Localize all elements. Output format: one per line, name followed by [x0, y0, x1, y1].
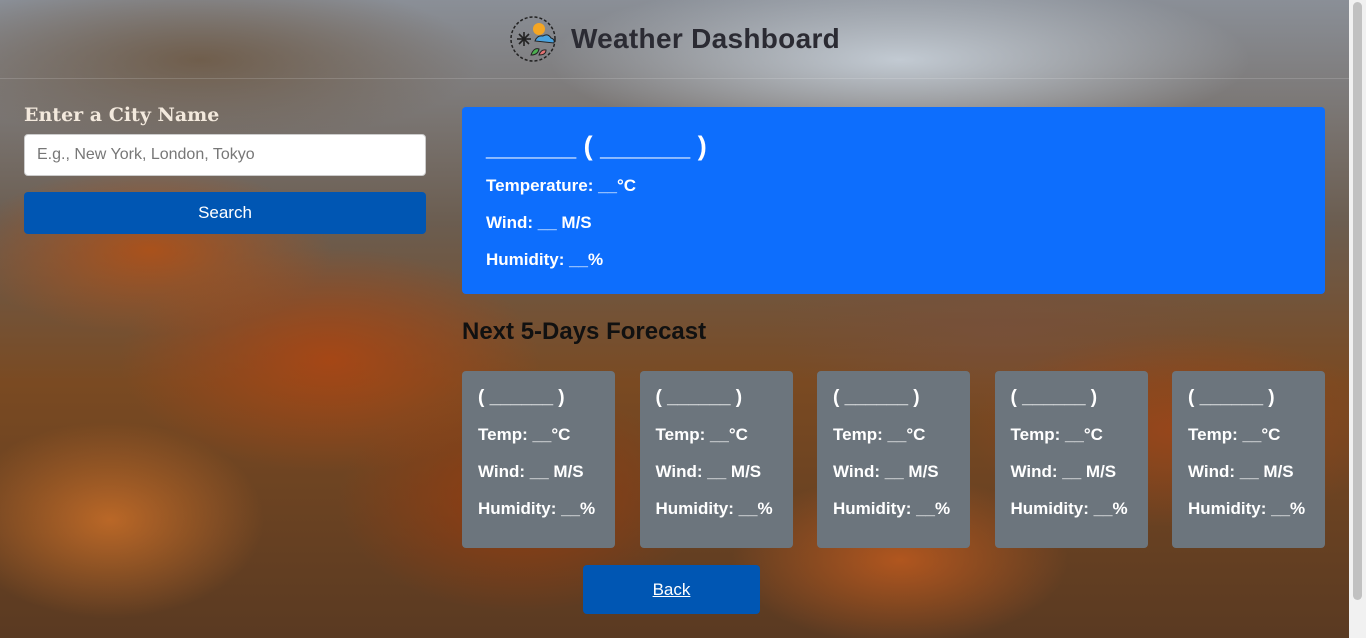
- forecast-temp: Temp: __°C: [1010, 425, 1103, 444]
- weather-logo-icon: [510, 16, 556, 62]
- forecast-humidity: Humidity: __%: [1010, 499, 1128, 518]
- forecast-date: ( ______ ): [1188, 387, 1275, 408]
- current-city-date: ______ ( ______ ): [486, 131, 707, 161]
- forecast-card: ( ______ ) Temp: __°C Wind: __ M/S Humid…: [1172, 371, 1325, 548]
- forecast-temp: Temp: __°C: [1188, 425, 1281, 444]
- city-search-input[interactable]: [24, 134, 426, 176]
- forecast-date: ( ______ ): [833, 387, 920, 408]
- scrollbar-thumb[interactable]: [1353, 2, 1362, 600]
- forecast-humidity: Humidity: __%: [655, 499, 773, 518]
- city-label: Enter a City Name: [24, 104, 220, 126]
- back-button[interactable]: Back: [583, 565, 760, 614]
- search-button[interactable]: Search: [24, 192, 426, 234]
- forecast-wind: Wind: __ M/S: [655, 462, 762, 481]
- current-wind: Wind: __ M/S: [486, 213, 592, 232]
- forecast-card: ( ______ ) Temp: __°C Wind: __ M/S Humid…: [462, 371, 615, 548]
- current-humidity: Humidity: __%: [486, 250, 604, 269]
- current-weather-card: ______ ( ______ ) Temperature: __°C Wind…: [462, 107, 1325, 294]
- forecast-card: ( ______ ) Temp: __°C Wind: __ M/S Humid…: [994, 371, 1148, 548]
- forecast-date: ( ______ ): [478, 387, 565, 408]
- forecast-wind: Wind: __ M/S: [1010, 462, 1117, 481]
- forecast-card: ( ______ ) Temp: __°C Wind: __ M/S Humid…: [639, 371, 793, 548]
- forecast-wind: Wind: __ M/S: [478, 462, 584, 481]
- page-scrollbar[interactable]: [1349, 0, 1366, 638]
- forecast-wind: Wind: __ M/S: [1188, 462, 1294, 481]
- forecast-humidity: Humidity: __%: [833, 499, 951, 518]
- forecast-wind: Wind: __ M/S: [833, 462, 939, 481]
- forecast-title: Next 5-Days Forecast: [462, 318, 707, 345]
- forecast-cards: ( ______ ) Temp: __°C Wind: __ M/S Humid…: [462, 371, 1325, 548]
- forecast-temp: Temp: __°C: [655, 425, 748, 444]
- forecast-card: ( ______ ) Temp: __°C Wind: __ M/S Humid…: [817, 371, 970, 548]
- forecast-temp: Temp: __°C: [478, 425, 571, 444]
- forecast-date: ( ______ ): [655, 387, 743, 408]
- forecast-humidity: Humidity: __%: [1188, 499, 1306, 518]
- forecast-date: ( ______ ): [1010, 387, 1098, 408]
- forecast-humidity: Humidity: __%: [478, 499, 596, 518]
- search-panel: Enter a City Name Search: [24, 100, 426, 234]
- current-temperature: Temperature: __°C: [486, 176, 637, 195]
- app-title: Weather Dashboard: [570, 23, 841, 54]
- app-header: Weather Dashboard: [0, 0, 1349, 79]
- forecast-temp: Temp: __°C: [833, 425, 926, 444]
